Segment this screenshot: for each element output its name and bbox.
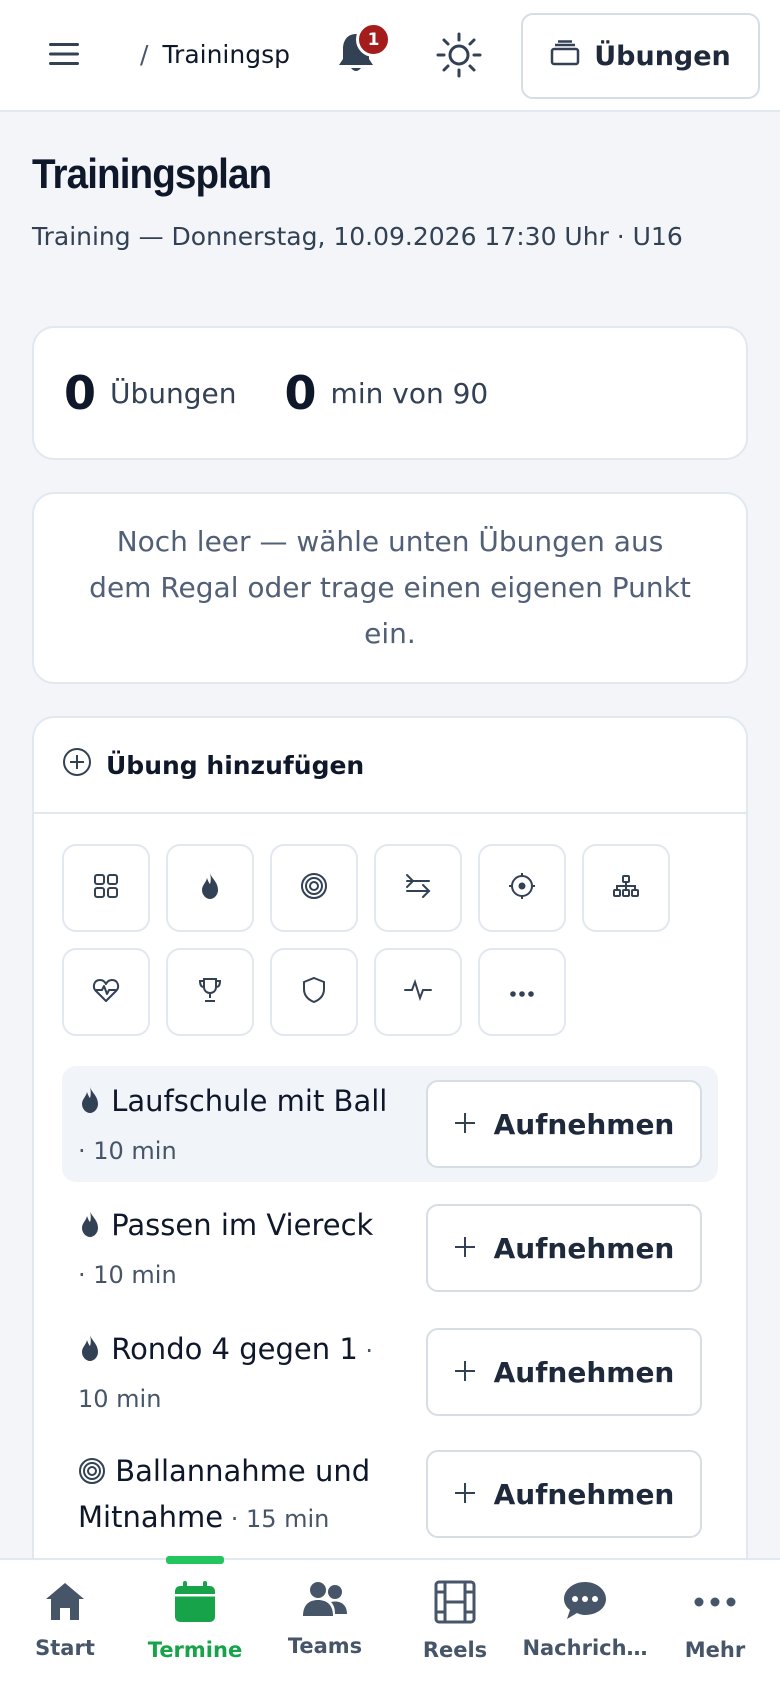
category-more[interactable] [478,948,566,1036]
exercise-duration: · 15 min [223,1505,330,1533]
flame-icon [78,1208,102,1242]
shield-icon [302,976,326,1008]
page-title: Trainingsplan [32,150,272,197]
exercises-button-label: Übungen [594,40,731,72]
top-bar: / Trainingsp 1 Übungen [0,0,780,112]
activity-icon [404,978,432,1005]
nav-reels[interactable]: Reels [390,1560,520,1688]
nav-label: Teams [287,1634,363,1658]
add-exercise-button-label: Aufnehmen [493,1477,675,1511]
category-fitness[interactable] [62,948,150,1036]
nav-label: Termine [147,1638,243,1662]
exercise-row: Laufschule mit Ball · 10 min Aufnehmen [62,1066,718,1182]
add-exercise-button[interactable]: Aufnehmen [426,1204,702,1292]
more-icon [693,1580,737,1628]
crosshair-icon [508,872,536,904]
target-icon [300,872,328,904]
breadcrumb-separator: / [140,39,149,69]
exercise-name: Rondo 4 gegen 1 [111,1332,358,1366]
trophy-icon [197,976,223,1008]
notification-badge: 1 [356,22,391,57]
add-exercise-card: Übung hinzufügen Laufschule mit Ball · 1… [32,716,748,1688]
add-exercise-button-label: Aufnehmen [493,1355,675,1389]
exercise-name: Laufschule mit Ball [111,1084,388,1118]
empty-state-text: Noch leer — wähle unten Übungen aus dem … [89,525,691,650]
nav-label: Reels [422,1638,488,1662]
exercise-name: Passen im Viereck [111,1208,374,1242]
nav-termine[interactable]: Termine [130,1560,260,1688]
plus-icon [454,1478,476,1511]
sun-icon[interactable] [436,32,482,78]
exercise-text: Laufschule mit Ball · 10 min [78,1078,388,1174]
calendar-icon [173,1580,217,1628]
nav-nachrichten[interactable]: Nachrich… [520,1560,650,1688]
category-tactics[interactable] [582,844,670,932]
category-cooldown[interactable] [374,948,462,1036]
add-exercise-title: Übung hinzufügen [106,750,365,780]
flame-icon [78,1084,102,1118]
exercise-row: Ballannahme und Mitnahme · 15 min Aufneh… [62,1436,718,1552]
breadcrumb: / Trainingsp [140,34,300,74]
minutes-count: 0 [284,366,317,420]
flame-icon [78,1332,102,1366]
film-icon [433,1580,477,1628]
category-technique[interactable] [270,844,358,932]
plus-icon [454,1356,476,1389]
category-passing[interactable] [374,844,462,932]
exercise-duration: · 10 min [78,1137,177,1165]
home-icon [43,1580,87,1626]
chat-icon [562,1580,608,1626]
category-all[interactable] [62,844,150,932]
exercises-button[interactable]: Übungen [521,13,760,99]
plus-icon [454,1232,476,1265]
grid-icon [93,873,119,903]
page-subtitle: Training — Donnerstag, 10.09.2026 17:30 … [32,222,683,251]
add-exercise-button-label: Aufnehmen [493,1107,675,1141]
add-exercise-button-label: Aufnehmen [493,1231,675,1265]
category-warmup[interactable] [166,844,254,932]
exercise-duration: · 10 min [78,1261,177,1289]
nav-teams[interactable]: Teams [260,1560,390,1688]
nav-label: Start [35,1636,95,1660]
more-icon [509,983,535,1002]
nav-mehr[interactable]: Mehr [650,1560,780,1688]
add-exercise-header[interactable]: Übung hinzufügen [34,718,746,814]
target-icon [78,1454,106,1488]
plus-circle-icon [62,747,92,783]
exercise-text: Ballannahme und Mitnahme · 15 min [78,1448,388,1542]
exercise-row: Passen im Viereck · 10 min Aufnehmen [62,1190,718,1306]
users-icon [301,1580,349,1624]
exercise-row: Rondo 4 gegen 1 · 10 min Aufnehmen [62,1314,718,1430]
tree-icon [612,874,640,902]
category-game[interactable] [166,948,254,1036]
menu-icon[interactable] [44,34,84,74]
category-defense[interactable] [270,948,358,1036]
arrows-icon [404,873,432,903]
add-exercise-button[interactable]: Aufnehmen [426,1080,702,1168]
nav-label: Mehr [684,1638,746,1662]
layers-icon [550,39,580,73]
add-exercise-button[interactable]: Aufnehmen [426,1328,702,1416]
exercise-count: 0 [64,366,97,420]
flame-icon [198,872,222,904]
nav-label: Nachrich… [522,1636,648,1660]
nav-start[interactable]: Start [0,1560,130,1688]
add-exercise-button[interactable]: Aufnehmen [426,1450,702,1538]
exercise-count-label: Übungen [110,376,237,410]
category-finishing[interactable] [478,844,566,932]
breadcrumb-current: Trainingsp [162,39,290,69]
exercise-text: Rondo 4 gegen 1 · 10 min [78,1326,388,1422]
empty-state: Noch leer — wähle unten Übungen aus dem … [32,492,748,684]
exercise-text: Passen im Viereck · 10 min [78,1202,388,1298]
minutes-label: min von 90 [330,376,489,410]
bottom-navigation: Start Termine Teams Reels Nachrich… Mehr [0,1556,780,1688]
stats-card: 0 Übungen 0 min von 90 [32,326,748,460]
heart-pulse-icon [92,977,120,1007]
plus-icon [454,1108,476,1141]
